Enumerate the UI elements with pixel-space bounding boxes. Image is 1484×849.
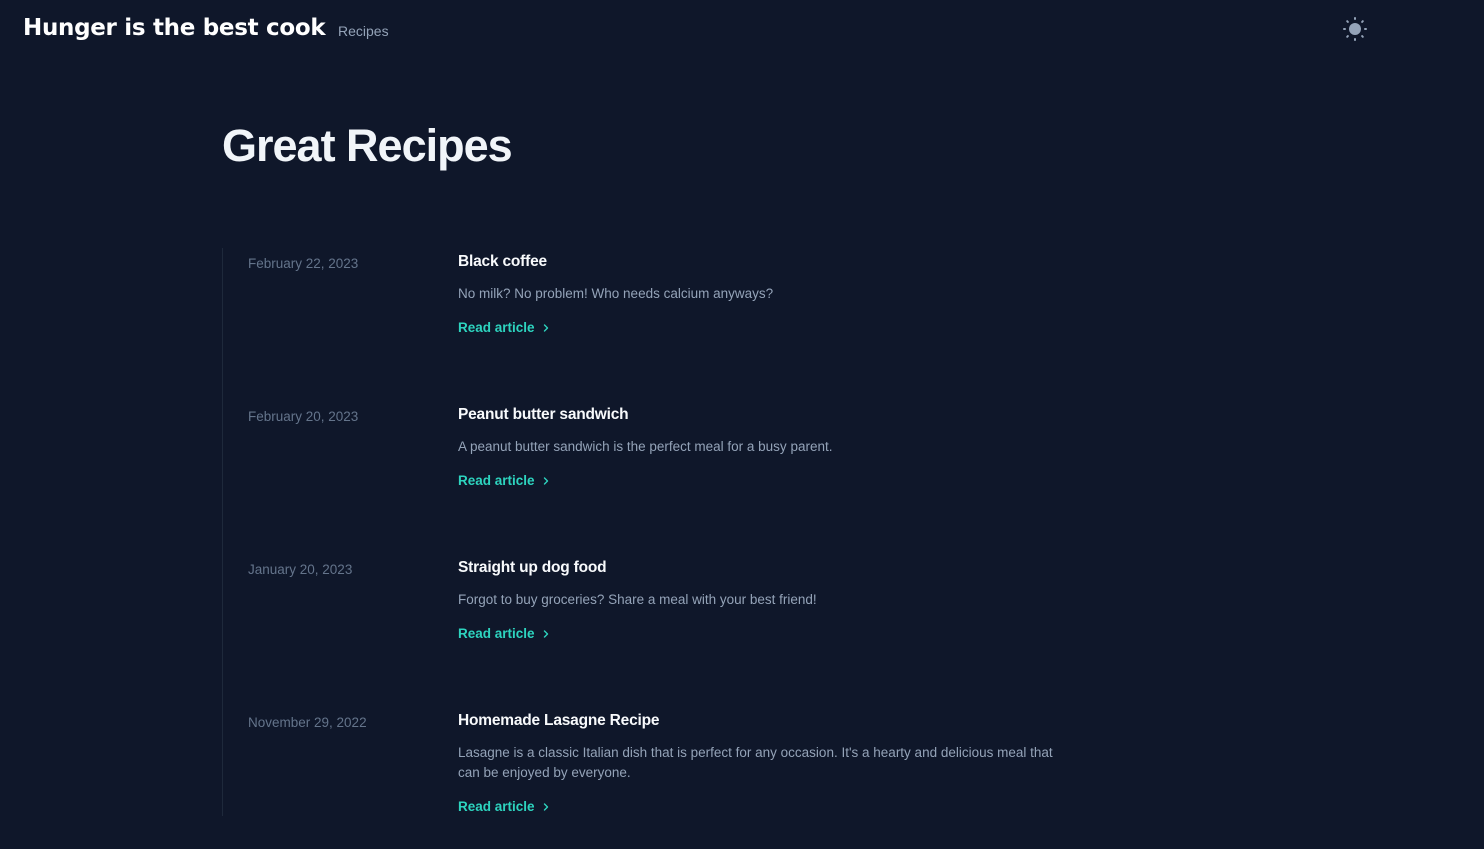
- read-article-label: Read article: [458, 473, 535, 488]
- article-title[interactable]: Straight up dog food: [458, 559, 607, 577]
- read-article-link[interactable]: Read article: [458, 320, 549, 335]
- nav-link-recipes[interactable]: Recipes: [338, 23, 389, 39]
- read-article-link[interactable]: Read article: [458, 799, 549, 814]
- read-article-link[interactable]: Read article: [458, 626, 549, 641]
- article-list: February 22, 2023 Black coffee No milk? …: [222, 248, 1082, 816]
- read-article-label: Read article: [458, 626, 535, 641]
- chevron-right-icon: [543, 323, 548, 332]
- article-title[interactable]: Peanut butter sandwich: [458, 406, 629, 424]
- site-title[interactable]: Hunger is the best cook: [23, 15, 326, 41]
- article-description: Forgot to buy groceries? Share a meal wi…: [458, 592, 817, 607]
- theme-toggle-button[interactable]: [1340, 14, 1370, 44]
- article-date: February 20, 2023: [248, 409, 359, 424]
- article-title[interactable]: Black coffee: [458, 253, 547, 271]
- read-article-label: Read article: [458, 320, 535, 335]
- top-navigation: Hunger is the best cook Recipes: [0, 0, 1484, 62]
- article-description: Lasagne is a classic Italian dish that i…: [458, 745, 1053, 780]
- article-date: February 22, 2023: [248, 256, 359, 271]
- chevron-right-icon: [543, 629, 548, 638]
- article-date: November 29, 2022: [248, 715, 367, 730]
- article-date: January 20, 2023: [248, 562, 353, 577]
- read-article-label: Read article: [458, 799, 535, 814]
- sun-icon: [1343, 17, 1367, 41]
- chevron-right-icon: [543, 802, 548, 811]
- article-description: No milk? No problem! Who needs calcium a…: [458, 286, 774, 301]
- article-title[interactable]: Homemade Lasagne Recipe: [458, 712, 659, 730]
- article-description: A peanut butter sandwich is the perfect …: [458, 439, 833, 454]
- page-title: Great Recipes: [222, 120, 513, 171]
- chevron-right-icon: [543, 476, 548, 485]
- read-article-link[interactable]: Read article: [458, 473, 549, 488]
